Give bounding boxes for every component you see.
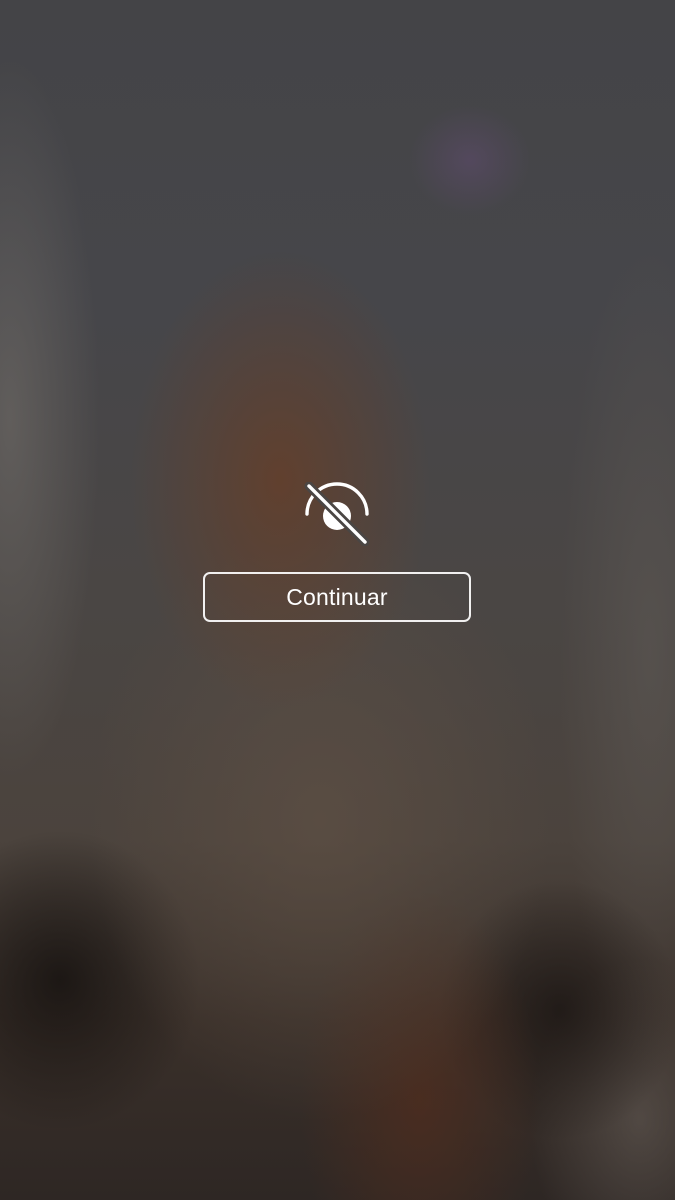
continue-button[interactable]: Continuar — [203, 572, 471, 622]
eye-slash-icon — [304, 482, 370, 546]
sensitive-media-screen: Continuar — [0, 0, 675, 1200]
sensitive-content-overlay: Continuar — [0, 0, 675, 1200]
